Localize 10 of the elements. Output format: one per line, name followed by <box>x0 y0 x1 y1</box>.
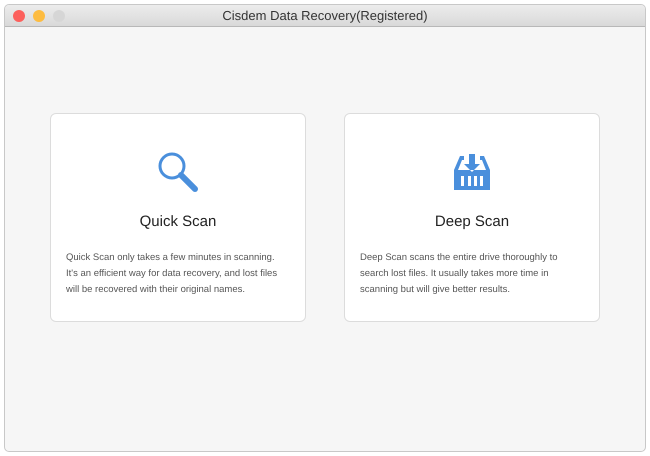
card-title: Deep Scan <box>434 212 510 232</box>
card-description: Quick Scan only takes a few minutes in scanning. It's an efficient way for data recovery, and lost files will be recovered with their original names. <box>65 250 278 296</box>
window-button[interactable] <box>13 10 25 22</box>
scan-option-card[interactable]: Quick Scan Quick Scan only takes a few minutes in scanning. It's an efficient way for data recovery, and lost files will be recovered with their original names. <box>50 113 306 322</box>
magnifier-icon <box>156 150 200 194</box>
window-title: Cisdem Data Recovery(Registered) <box>222 6 428 25</box>
window-button[interactable] <box>33 10 45 22</box>
card-title: Quick Scan <box>140 212 216 232</box>
scan-option-card[interactable]: Deep Scan Deep Scan scans the entire drive thoroughly to search lost files. It usually takes more time in scanning but will give better results. <box>344 113 600 322</box>
card-description: Deep Scan scans the entire drive thoroughly to search lost files. It usually takes more time in scanning but will give better results. <box>359 250 559 296</box>
